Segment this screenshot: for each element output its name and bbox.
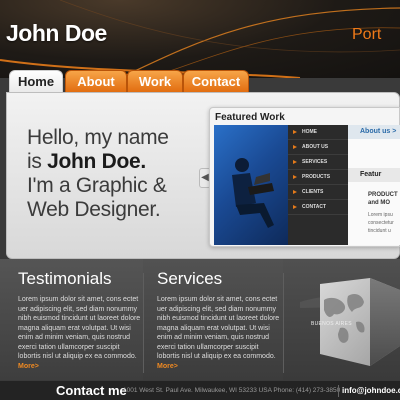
fw-product-line-2: and MO xyxy=(368,200,390,206)
testimonials-title: Testimonials xyxy=(18,269,112,288)
hero-line-3: I'm a Graphic & xyxy=(27,174,167,197)
fw-menu-services[interactable]: SERVICES xyxy=(288,155,348,170)
featured-work-menu: HOME ABOUT US SERVICES PRODUCTS CLIENTS … xyxy=(288,125,348,245)
fw-feature-tab: Featur xyxy=(348,168,400,182)
fw-menu-products[interactable]: PRODUCTS xyxy=(288,170,348,185)
site-header: John Doe Port xyxy=(0,0,400,78)
fw-menu-home[interactable]: HOME xyxy=(288,125,348,140)
featured-work-content: About us > Featur PRODUCT and MO Lorem i… xyxy=(348,125,400,245)
column-divider xyxy=(283,273,284,373)
services-title: Services xyxy=(157,269,223,288)
tab-contact[interactable]: Contact xyxy=(183,70,249,92)
fw-lorem-line-1: Lorem ipsu xyxy=(368,212,393,218)
testimonials-body: Lorem ipsum dolor sit amet, cons ectet u… xyxy=(18,295,144,371)
footer-email-link[interactable]: info@johndoe.com xyxy=(342,386,400,395)
main-nav: Home About Work Contact xyxy=(0,68,400,96)
header-portfolio-link[interactable]: Port xyxy=(352,26,381,44)
hero-line-2: is John Doe. xyxy=(27,150,217,174)
services-more-link[interactable]: More> xyxy=(157,363,178,370)
featured-work-screenshot[interactable]: HOME ABOUT US SERVICES PRODUCTS CLIENTS … xyxy=(214,125,400,245)
hero-line-2-prefix: is xyxy=(27,150,48,173)
site-footer: Contact me 1001 West St. Paul Ave. Milwa… xyxy=(0,380,400,400)
fw-lorem-line-2: consectetur xyxy=(368,220,394,226)
fw-menu-contact[interactable]: CONTACT xyxy=(288,200,348,215)
site-logo[interactable]: John Doe xyxy=(6,20,107,47)
fw-about-tab: About us > xyxy=(348,125,400,139)
footer-divider xyxy=(338,385,339,397)
fw-product-line-1: PRODUCT xyxy=(368,192,398,198)
hero-line-4: Web Designer. xyxy=(27,198,161,221)
cube-city-label: BUENOS AIRES xyxy=(311,321,352,327)
hero-intro: Hello, my name is John Doe. I'm a Graphi… xyxy=(27,126,217,222)
services-text: Lorem ipsum dolor sit amet, cons ectet u… xyxy=(157,296,280,360)
testimonials-text: Lorem ipsum dolor sit amet, cons ectet u… xyxy=(18,296,141,360)
featured-work-photo xyxy=(214,125,288,245)
featured-work-title: Featured Work xyxy=(215,112,285,123)
fw-menu-about-us[interactable]: ABOUT US xyxy=(288,140,348,155)
fw-menu-clients[interactable]: CLIENTS xyxy=(288,185,348,200)
testimonials-more-link[interactable]: More> xyxy=(18,363,39,370)
services-body: Lorem ipsum dolor sit amet, cons ectet u… xyxy=(157,295,283,371)
tab-work[interactable]: Work xyxy=(127,70,183,92)
footer-contact-title: Contact me xyxy=(56,383,127,398)
fw-product-heading: PRODUCT and MO xyxy=(368,191,400,207)
tab-about[interactable]: About xyxy=(65,70,127,92)
fw-lorem-line-3: tincidunt u xyxy=(368,228,391,234)
hero-name: John Doe. xyxy=(47,150,146,173)
person-laptop-illustration xyxy=(232,158,274,228)
featured-work-frame: Featured Work HOME ABOUT US SERVICES PRO… xyxy=(209,107,400,247)
fw-lorem-text: Lorem ipsu consectetur tincidunt u xyxy=(368,211,400,235)
hero-line-1: Hello, my name xyxy=(27,126,169,149)
footer-address: 1001 West St. Paul Ave. Milwaukee, WI 53… xyxy=(123,387,341,394)
